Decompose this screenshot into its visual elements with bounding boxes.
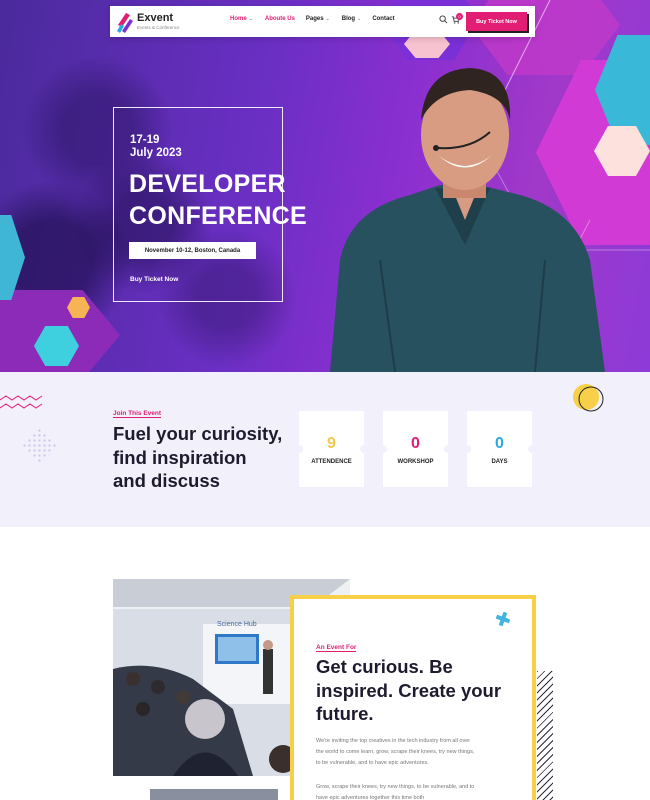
menu-item-label: Aboute Us xyxy=(264,16,295,22)
stat-label: WORKSHOP xyxy=(397,459,434,465)
menu-item-label: Home xyxy=(230,16,247,22)
logo-icon[interactable] xyxy=(116,11,134,33)
menu-item-home[interactable]: Home ⌄ xyxy=(230,16,253,22)
hero-buy-ticket-link[interactable]: Buy Ticket Now xyxy=(130,276,178,283)
menu-item-label: Blog xyxy=(341,16,356,22)
stats-heading: Fuel your curiosity, find inspiration an… xyxy=(113,423,283,491)
buy-ticket-button[interactable]: Buy Ticket Now xyxy=(466,12,527,31)
plus-decoration xyxy=(496,612,510,626)
hero-title: DEVELOPER CONFERENCE xyxy=(129,170,308,230)
menu-item-label: Contact xyxy=(372,16,395,22)
screen-sign-text: Science Hub xyxy=(217,621,257,628)
hero-section: Exvent Events & Conference Home ⌄ Aboute… xyxy=(0,0,650,372)
chevron-down-icon: ⌄ xyxy=(357,16,362,22)
logo-tagline: Events & Conference xyxy=(137,25,180,30)
menu-item-pages[interactable]: Pages ⌄ xyxy=(306,16,330,22)
speaker-photo xyxy=(330,68,605,372)
menu-item-about[interactable]: Aboute Us xyxy=(265,16,295,22)
stat-card-workshop: 0 WORKSHOP xyxy=(379,411,452,487)
zigzag-decoration xyxy=(0,395,43,409)
chevron-down-icon: ⌄ xyxy=(325,16,330,22)
stat-label: ATTENDENCE xyxy=(311,459,352,465)
secondary-photo xyxy=(150,789,278,800)
stat-label: DAYS xyxy=(491,459,508,465)
event-date: 17-19 July 2023 xyxy=(130,134,182,159)
stat-card-days: 0 DAYS xyxy=(463,411,536,487)
about-paragraph: Grow, scrape their knees, try new things… xyxy=(316,784,475,800)
stripes-decoration xyxy=(537,671,553,800)
stat-card-attendence: 9 ATTENDENCE xyxy=(295,411,368,487)
about-heading: Get curious. Be inspired. Create your fu… xyxy=(316,656,502,724)
cart-count-badge: 0 xyxy=(456,13,463,20)
top-navbar: Exvent Events & Conference Home ⌄ Aboute… xyxy=(110,6,535,37)
menu-item-blog[interactable]: Blog ⌄ xyxy=(342,16,362,22)
main-menu: Home ⌄ Aboute Us Pages ⌄ Blog ⌄ Contact xyxy=(230,16,395,22)
menu-item-label: Pages xyxy=(305,16,324,22)
section-label: An Event For xyxy=(316,644,357,652)
search-icon[interactable] xyxy=(439,15,448,24)
menu-item-contact[interactable]: Contact xyxy=(372,16,394,22)
event-location-badge: November 10-12, Boston, Canada xyxy=(129,242,256,259)
chevron-down-icon: ⌄ xyxy=(248,16,253,22)
section-label: Join This Event xyxy=(113,410,162,418)
about-paragraph: We're inviting the top creatives in the … xyxy=(316,738,475,766)
stat-value: 0 xyxy=(495,435,504,452)
stat-value: 9 xyxy=(327,435,336,452)
circle-decoration xyxy=(573,384,604,412)
logo-name[interactable]: Exvent xyxy=(137,12,173,24)
stat-value: 0 xyxy=(411,435,420,452)
